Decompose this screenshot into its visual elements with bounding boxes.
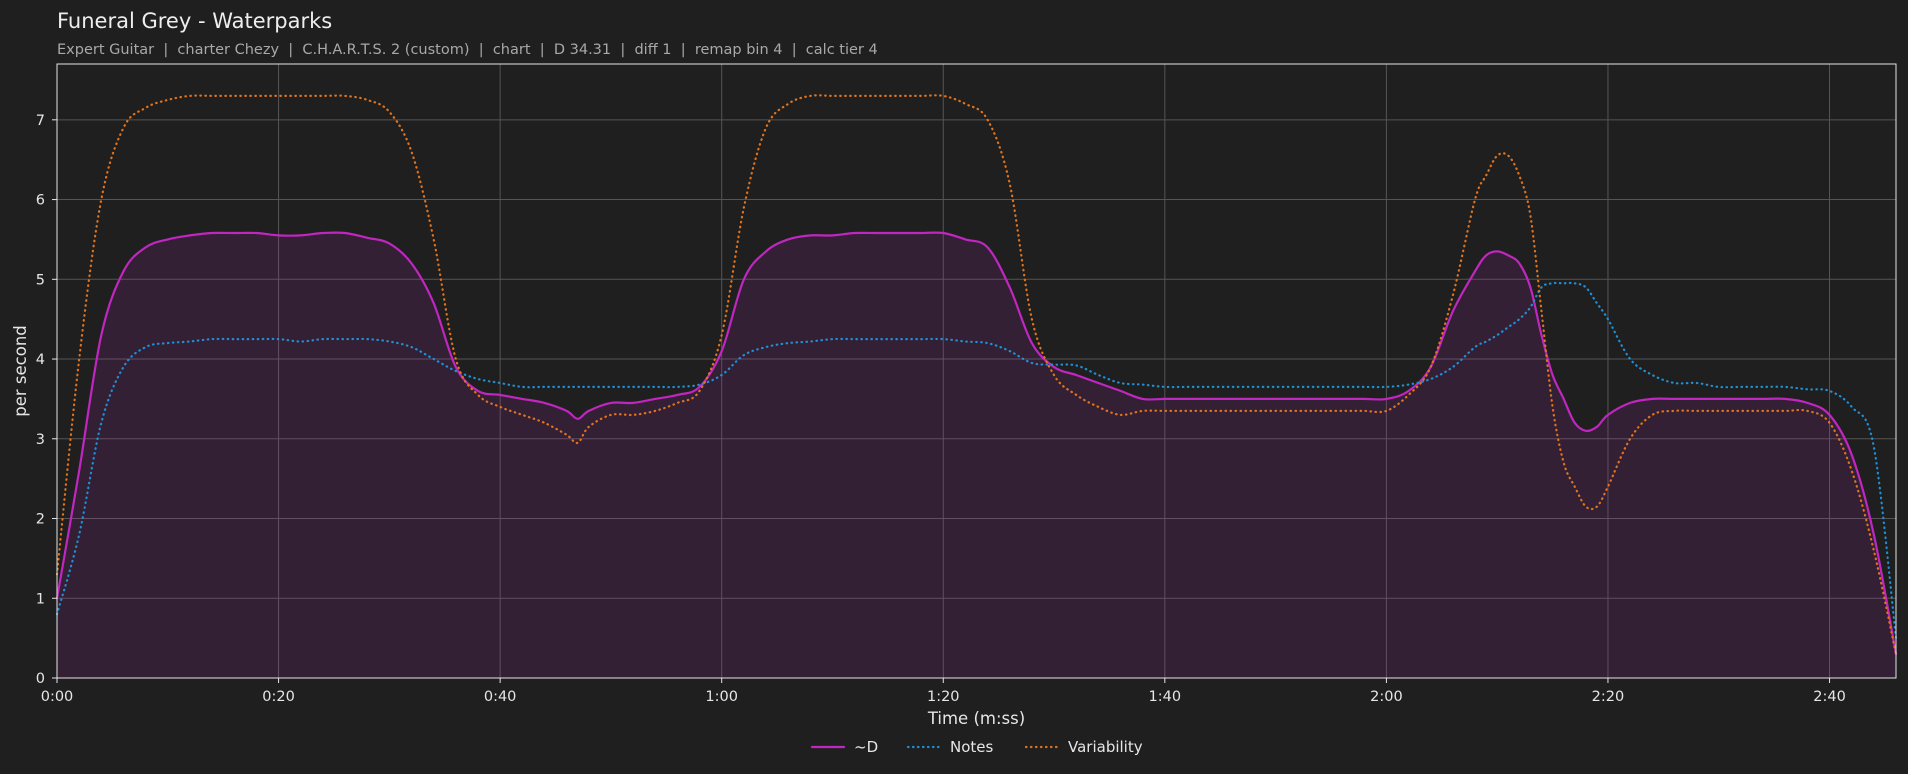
x-axis-label: Time (m:ss) [927,709,1025,728]
y-tick-label: 3 [36,432,45,448]
chart-title: Funeral Grey - Waterparks [57,9,332,33]
x-tick-label: 1:20 [927,689,960,705]
y-tick-label: 0 [36,671,45,687]
y-tick-label: 4 [36,352,45,368]
legend-label: Notes [950,738,994,756]
x-tick-label: 2:40 [1813,689,1846,705]
y-axis-label: per second [11,325,30,417]
y-tick-label: 5 [36,272,45,288]
y-tick-label: 6 [36,193,45,209]
x-tick-label: 0:40 [484,689,517,705]
chart: Funeral Grey - Waterparks Expert Guitar … [11,9,1898,756]
x-tick-label: 0:00 [41,689,74,705]
legend: ~D Notes Variability [810,738,1143,756]
y-tick-label: 1 [36,591,45,607]
legend-label: Variability [1068,738,1143,756]
x-tick-label: 2:20 [1592,689,1625,705]
y-tick-label: 2 [36,512,45,528]
x-tick-label: 1:00 [705,689,738,705]
x-tick-label: 2:00 [1370,689,1403,705]
chart-subtitle: Expert Guitar | charter Chezy | C.H.A.R.… [57,42,878,58]
x-tick-label: 1:40 [1149,689,1182,705]
x-tick-label: 0:20 [262,689,295,705]
legend-label: ~D [854,738,878,756]
y-tick-label: 7 [36,113,45,129]
